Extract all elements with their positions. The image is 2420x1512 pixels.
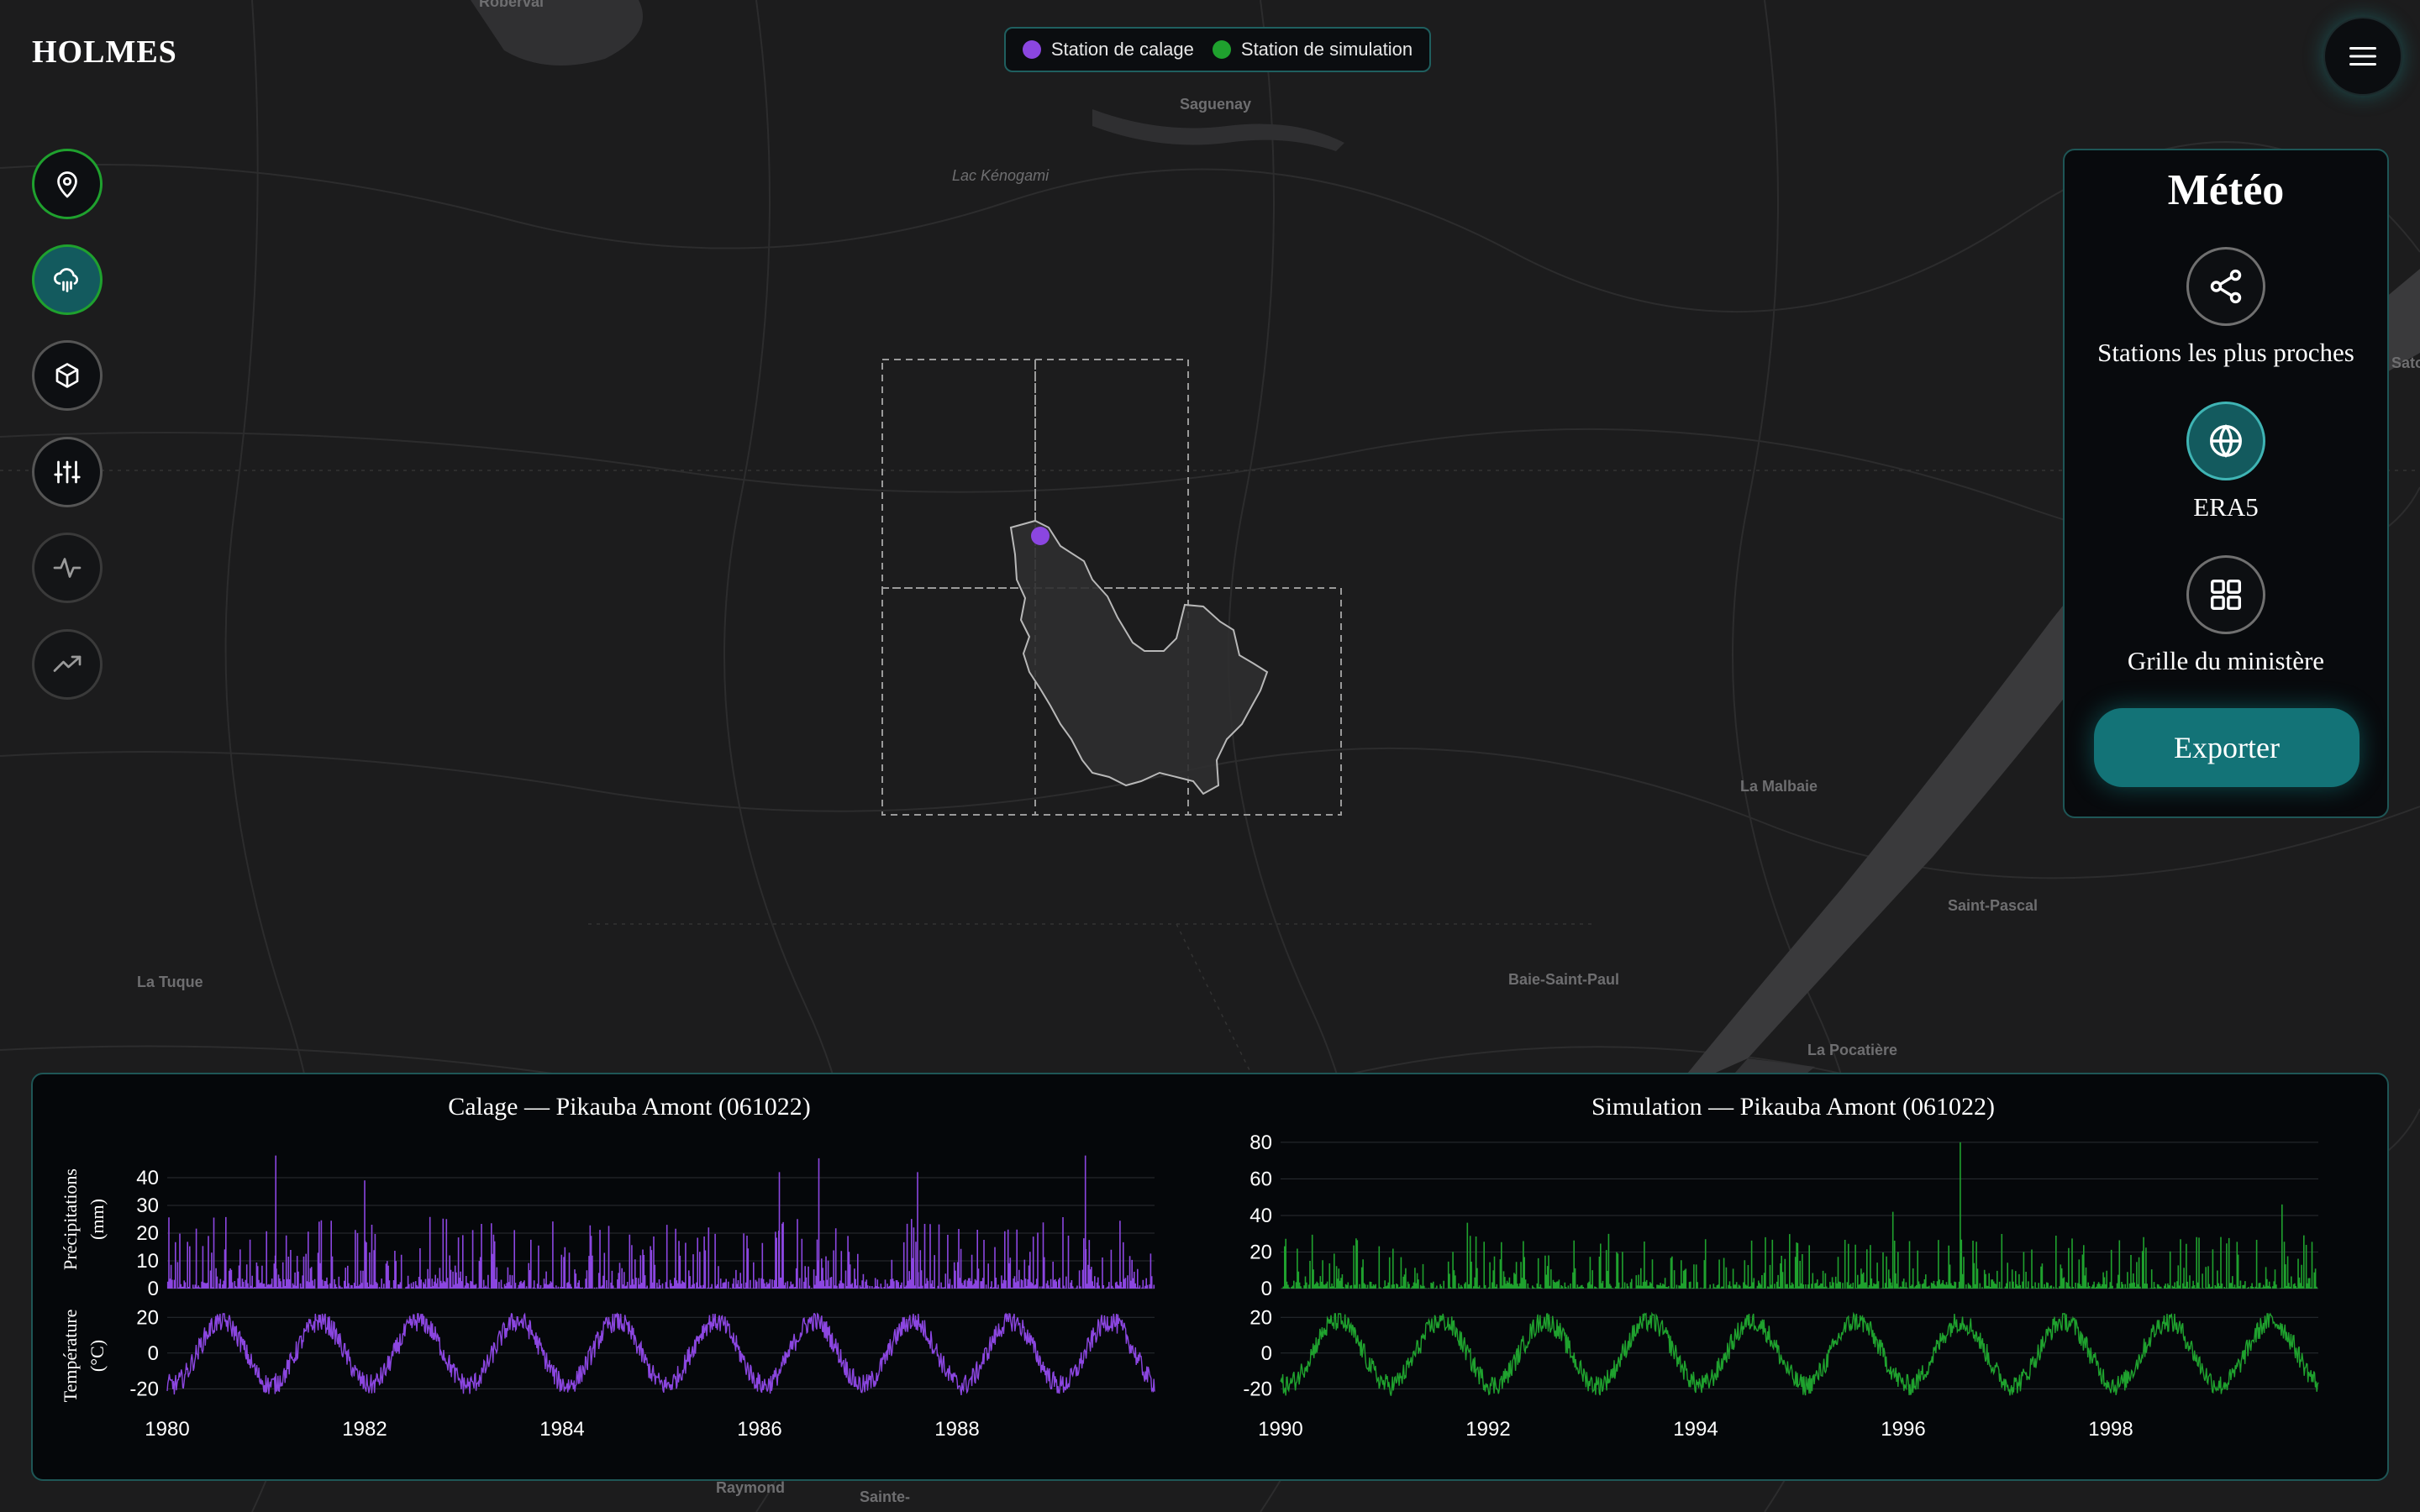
menu-button[interactable] bbox=[2323, 17, 2402, 96]
grid-icon bbox=[2210, 579, 2242, 611]
nearest-stations-button[interactable] bbox=[2186, 247, 2265, 326]
sidebar-item-activity[interactable] bbox=[32, 533, 103, 603]
ministry-grid-button[interactable] bbox=[2186, 555, 2265, 634]
y-tick-label: 20 bbox=[1249, 1241, 1272, 1263]
activity-icon bbox=[53, 558, 82, 578]
map-label-sainte: Sainte- bbox=[860, 1488, 910, 1505]
era5-label: ERA5 bbox=[2193, 492, 2259, 522]
legend-dot-simulation bbox=[1212, 40, 1231, 59]
sidebar-item-trend[interactable] bbox=[32, 629, 103, 700]
ministry-grid-label: Grille du ministère bbox=[2127, 646, 2325, 675]
sliders-icon bbox=[54, 460, 81, 484]
globe-icon bbox=[2210, 424, 2242, 458]
x-tick-label: 1982 bbox=[342, 1418, 387, 1441]
y-axis-label: Température bbox=[60, 1310, 81, 1403]
charts-panel: Calage — Pikauba Amont (061022) 0 10 20 30 40… bbox=[31, 1073, 2389, 1481]
y-axis-label-unit: (°C) bbox=[87, 1340, 108, 1372]
meteo-panel: Météo Stations les plus proches ERA5 Gri… bbox=[2063, 149, 2389, 818]
y-tick-label: 10 bbox=[136, 1250, 159, 1273]
chart-0: Calage — Pikauba Amont (061022) 0 10 20 30 40… bbox=[60, 1093, 1155, 1441]
y-axis-label: Précipitations bbox=[60, 1168, 81, 1270]
sidebar-item-location[interactable] bbox=[32, 149, 103, 219]
x-tick-label: 1992 bbox=[1465, 1418, 1510, 1441]
x-tick-label: 1980 bbox=[145, 1418, 189, 1441]
sidebar-item-settings[interactable] bbox=[32, 437, 103, 507]
y-tick-label: 20 bbox=[1249, 1306, 1272, 1329]
legend-label-simulation: Station de simulation bbox=[1240, 39, 1413, 60]
calage-station-marker[interactable] bbox=[1031, 527, 1050, 545]
x-tick-label: 1998 bbox=[2088, 1418, 2133, 1441]
y-tick-label: 0 bbox=[1261, 1278, 1272, 1300]
location-pin-icon bbox=[57, 171, 77, 198]
map-legend: Station de calage Station de simulation bbox=[1004, 27, 1431, 72]
chart-title: Calage — Pikauba Amont (061022) bbox=[448, 1093, 811, 1121]
era5-button[interactable] bbox=[2186, 402, 2265, 480]
x-tick-label: 1994 bbox=[1673, 1418, 1718, 1441]
sidebar-item-weather[interactable] bbox=[32, 244, 103, 315]
map-label-baie-saint-paul: Baie-Saint-Paul bbox=[1508, 971, 1619, 988]
export-button[interactable]: Exporter bbox=[2094, 708, 2360, 787]
x-tick-label: 1984 bbox=[539, 1418, 584, 1441]
x-tick-label: 1996 bbox=[1881, 1418, 1925, 1441]
chart-title: Simulation — Pikauba Amont (061022) bbox=[1591, 1093, 1995, 1121]
y-tick-label: 80 bbox=[1249, 1131, 1272, 1154]
legend-item-simulation: Station de simulation bbox=[1212, 39, 1413, 60]
charts-svg: Calage — Pikauba Amont (061022) 0 10 20 30 40… bbox=[60, 1093, 2319, 1441]
app-title: HOLMES bbox=[32, 34, 177, 70]
map-label-la-tuque: La Tuque bbox=[137, 974, 203, 990]
y-axis-label-unit: (mm) bbox=[87, 1199, 108, 1240]
chart-1: Simulation — Pikauba Amont (061022) 0 20 40… bbox=[1243, 1093, 2319, 1441]
x-tick-label: 1990 bbox=[1258, 1418, 1302, 1441]
map-label-saint-pascal: Saint-Pascal bbox=[1948, 897, 2038, 914]
map-label-saguenay: Saguenay bbox=[1180, 96, 1251, 113]
share-nodes-icon bbox=[2210, 269, 2242, 304]
trend-up-icon bbox=[53, 655, 82, 672]
legend-label-calage: Station de calage bbox=[1050, 39, 1194, 60]
y-tick-label: 40 bbox=[136, 1167, 159, 1189]
map-label-lac-kenogami: Lac Kénogami bbox=[952, 167, 1050, 184]
y-tick-label: 20 bbox=[136, 1306, 159, 1329]
y-tick-label: -20 bbox=[1243, 1378, 1272, 1400]
y-tick-label: -20 bbox=[129, 1378, 159, 1400]
y-tick-label: 60 bbox=[1249, 1168, 1272, 1190]
x-tick-label: 1986 bbox=[737, 1418, 781, 1441]
y-tick-label: 0 bbox=[148, 1278, 159, 1300]
legend-dot-calage bbox=[1022, 40, 1041, 59]
weather-cloud-icon bbox=[54, 268, 79, 292]
hamburger-icon bbox=[2349, 47, 2376, 66]
y-tick-label: 0 bbox=[1261, 1342, 1272, 1365]
sidebar-item-model[interactable] bbox=[32, 340, 103, 411]
nearest-stations-label: Stations les plus proches bbox=[2097, 338, 2354, 367]
map-label-la-malbaie: La Malbaie bbox=[1740, 778, 1818, 795]
temperature-series bbox=[166, 1312, 1155, 1395]
map-label-roberval: Roberval bbox=[479, 0, 544, 10]
y-tick-label: 20 bbox=[136, 1222, 159, 1245]
temperature-series bbox=[1280, 1311, 2319, 1396]
option-nearest-stations[interactable]: Stations les plus proches bbox=[2065, 247, 2387, 368]
option-era5[interactable]: ERA5 bbox=[2065, 402, 2387, 522]
precipitation-series bbox=[166, 1155, 1155, 1289]
legend-item-calage: Station de calage bbox=[1022, 39, 1194, 60]
y-tick-label: 40 bbox=[1249, 1205, 1272, 1227]
option-ministry-grid[interactable]: Grille du ministère bbox=[2065, 555, 2387, 676]
x-tick-label: 1988 bbox=[934, 1418, 979, 1441]
map-label-edge: Satol bbox=[2391, 354, 2420, 371]
map-label-la-pocatiere: La Pocatière bbox=[1807, 1042, 1897, 1058]
panel-title: Météo bbox=[2167, 166, 2285, 214]
y-tick-label: 30 bbox=[136, 1194, 159, 1217]
cube-icon bbox=[55, 363, 79, 388]
y-tick-label: 0 bbox=[148, 1342, 159, 1365]
